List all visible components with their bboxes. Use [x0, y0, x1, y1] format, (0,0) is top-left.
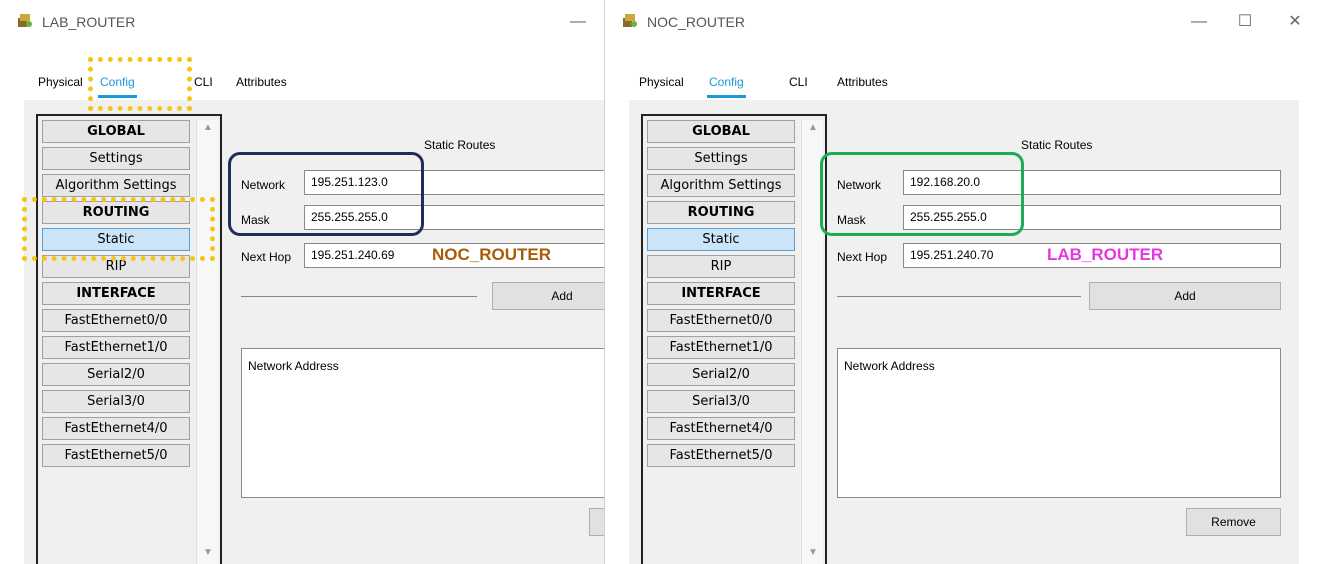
section-title: Static Routes [424, 138, 496, 152]
sidebar-header-interface: INTERFACE [647, 282, 795, 305]
add-button[interactable]: Add [492, 282, 606, 310]
sidebar-item-fastethernet4-0[interactable]: FastEthernet4/0 [42, 417, 190, 440]
list-header: Network Address [844, 359, 935, 373]
config-panel: GLOBAL Settings Algorithm Settings ROUTING S… [24, 100, 606, 564]
sidebar-item-fastethernet1-0[interactable]: FastEthernet1/0 [42, 336, 190, 359]
config-sidebar: GLOBAL Settings Algorithm Settings ROUTING S… [36, 114, 222, 564]
router-icon [623, 14, 637, 27]
next-hop-label: Next Hop [837, 250, 888, 264]
maximize-button[interactable]: ☐ [1227, 8, 1263, 36]
tab-bar: Physical Config CLI Attributes [24, 64, 344, 100]
sidebar-item-rip[interactable]: RIP [42, 255, 190, 278]
sidebar-item-serial2-0[interactable]: Serial2/0 [647, 363, 795, 386]
sidebar-item-static[interactable]: Static [647, 228, 795, 251]
window-title: LAB_ROUTER [42, 14, 136, 30]
tab-config[interactable]: Config [94, 64, 141, 100]
tab-attributes[interactable]: Attributes [230, 64, 293, 100]
lab-router-window: LAB_ROUTER — Physical Config CLI Attribu… [0, 0, 606, 564]
sidebar-item-static[interactable]: Static [42, 228, 190, 251]
noc-router-window: NOC_ROUTER — ☐ ✕ Physical Config CLI Att… [604, 0, 1323, 564]
sidebar-item-fastethernet4-0[interactable]: FastEthernet4/0 [647, 417, 795, 440]
sidebar-item-settings[interactable]: Settings [647, 147, 795, 170]
sidebar-header-interface: INTERFACE [42, 282, 190, 305]
routes-list[interactable]: Network Address [241, 348, 606, 498]
sidebar-item-rip[interactable]: RIP [647, 255, 795, 278]
mask-field[interactable]: 255.255.255.0 [903, 205, 1281, 230]
minimize-button[interactable]: — [1181, 8, 1217, 36]
mask-label: Mask [241, 213, 270, 227]
divider [837, 296, 1081, 297]
title-bar: LAB_ROUTER — [0, 0, 606, 44]
list-header: Network Address [248, 359, 339, 373]
sidebar-list: GLOBAL Settings Algorithm Settings ROUTING S… [42, 120, 190, 471]
config-sidebar: GLOBAL Settings Algorithm Settings ROUTING S… [641, 114, 827, 564]
config-panel: GLOBAL Settings Algorithm Settings ROUTING S… [629, 100, 1299, 564]
sidebar-item-fastethernet1-0[interactable]: FastEthernet1/0 [647, 336, 795, 359]
scroll-down-icon[interactable]: ▼ [802, 547, 824, 558]
divider [241, 296, 477, 297]
sidebar-item-algorithm-settings[interactable]: Algorithm Settings [42, 174, 190, 197]
sidebar-item-fastethernet5-0[interactable]: FastEthernet5/0 [647, 444, 795, 467]
sidebar-header-routing: ROUTING [42, 201, 190, 224]
tab-physical[interactable]: Physical [32, 64, 89, 100]
scroll-up-icon[interactable]: ▲ [197, 122, 219, 133]
sidebar-list: GLOBAL Settings Algorithm Settings ROUTING S… [647, 120, 795, 471]
section-title: Static Routes [1021, 138, 1093, 152]
tab-bar: Physical Config CLI Attributes [629, 64, 949, 100]
minimize-button[interactable]: — [560, 8, 596, 36]
sidebar-scrollbar[interactable]: ▲ ▼ [196, 120, 218, 564]
sidebar-item-serial3-0[interactable]: Serial3/0 [647, 390, 795, 413]
sidebar-header-global: GLOBAL [42, 120, 190, 143]
sidebar-scrollbar[interactable]: ▲ ▼ [801, 120, 823, 564]
tab-attributes[interactable]: Attributes [831, 64, 894, 100]
sidebar-item-serial3-0[interactable]: Serial3/0 [42, 390, 190, 413]
network-field[interactable]: 192.168.20.0 [903, 170, 1281, 195]
window-title: NOC_ROUTER [647, 14, 746, 30]
title-bar: NOC_ROUTER — ☐ ✕ [605, 0, 1323, 44]
mask-field[interactable]: 255.255.255.0 [304, 205, 606, 230]
scroll-up-icon[interactable]: ▲ [802, 122, 824, 133]
next-hop-label: Next Hop [241, 250, 292, 264]
tab-cli[interactable]: CLI [188, 64, 219, 100]
tab-config[interactable]: Config [703, 64, 750, 100]
next-hop-router-tag: LAB_ROUTER [1047, 245, 1164, 264]
mask-label: Mask [837, 213, 866, 227]
sidebar-item-fastethernet0-0[interactable]: FastEthernet0/0 [647, 309, 795, 332]
network-label: Network [837, 178, 882, 192]
network-field[interactable]: 195.251.123.0 [304, 170, 606, 195]
sidebar-item-settings[interactable]: Settings [42, 147, 190, 170]
tab-cli[interactable]: CLI [783, 64, 814, 100]
remove-button[interactable]: Remove [1186, 508, 1281, 536]
add-button[interactable]: Add [1089, 282, 1281, 310]
sidebar-item-fastethernet5-0[interactable]: FastEthernet5/0 [42, 444, 190, 467]
scroll-down-icon[interactable]: ▼ [197, 547, 219, 558]
router-icon [18, 14, 32, 27]
close-button[interactable]: ✕ [1277, 8, 1313, 36]
sidebar-header-routing: ROUTING [647, 201, 795, 224]
sidebar-item-fastethernet0-0[interactable]: FastEthernet0/0 [42, 309, 190, 332]
tab-physical[interactable]: Physical [633, 64, 690, 100]
sidebar-header-global: GLOBAL [647, 120, 795, 143]
routes-list[interactable]: Network Address [837, 348, 1281, 498]
sidebar-item-serial2-0[interactable]: Serial2/0 [42, 363, 190, 386]
next-hop-router-tag: NOC_ROUTER [432, 245, 552, 264]
network-label: Network [241, 178, 286, 192]
sidebar-item-algorithm-settings[interactable]: Algorithm Settings [647, 174, 795, 197]
